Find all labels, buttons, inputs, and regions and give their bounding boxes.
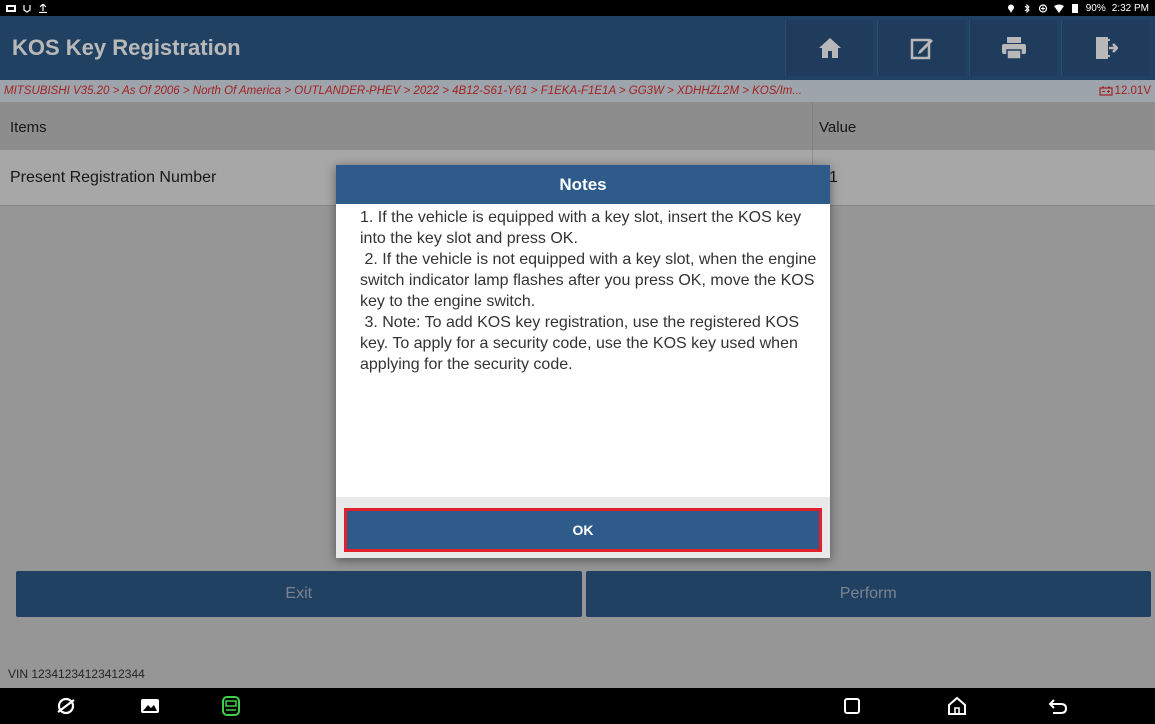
dialog-body: 1. If the vehicle is equipped with a key… bbox=[360, 209, 817, 373]
dialog-footer: OK bbox=[336, 497, 830, 558]
battery-icon bbox=[1071, 3, 1078, 13]
usb-icon bbox=[23, 4, 31, 13]
diagnostic-app-icon[interactable] bbox=[220, 695, 242, 717]
status-left bbox=[6, 3, 48, 13]
wifi-icon bbox=[1053, 4, 1064, 13]
ok-button[interactable]: OK bbox=[347, 511, 819, 549]
status-right: 90% 2:32 PM bbox=[1006, 3, 1149, 14]
system-nav-bar bbox=[0, 688, 1155, 724]
upload-icon bbox=[39, 3, 47, 13]
notes-dialog: Notes 1. If the vehicle is equipped with… bbox=[336, 165, 830, 558]
data-saver-icon bbox=[1038, 3, 1047, 13]
browser-icon[interactable] bbox=[55, 695, 77, 717]
location-icon bbox=[1007, 4, 1014, 13]
clock: 2:32 PM bbox=[1111, 2, 1149, 14]
notification-icon bbox=[6, 4, 16, 12]
ok-button-highlight: OK bbox=[344, 508, 822, 552]
battery-level: 90% bbox=[1085, 2, 1106, 14]
gallery-icon[interactable] bbox=[139, 695, 161, 717]
bluetooth-icon bbox=[1024, 3, 1030, 13]
recent-apps-icon[interactable] bbox=[841, 695, 863, 717]
status-bar: 90% 2:32 PM bbox=[0, 0, 1155, 16]
dialog-title: Notes bbox=[336, 165, 830, 204]
home-nav-icon[interactable] bbox=[946, 695, 968, 717]
back-icon[interactable] bbox=[1047, 695, 1069, 717]
